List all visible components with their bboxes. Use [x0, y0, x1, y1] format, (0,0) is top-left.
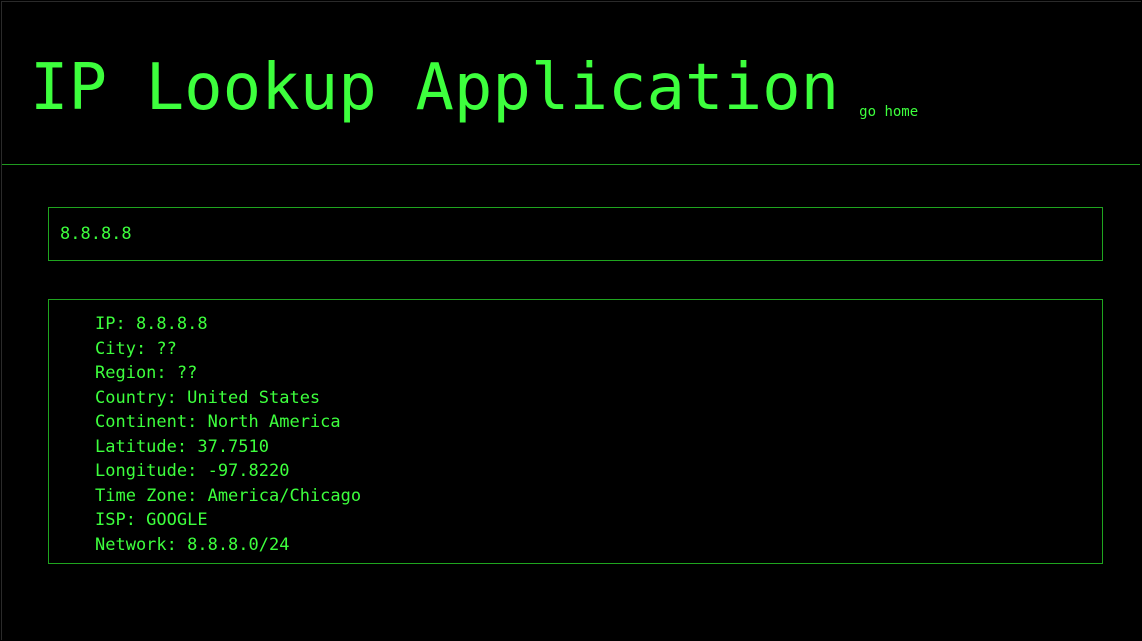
- result-continent: Continent: North America: [95, 412, 341, 432]
- lookup-result-panel: IP: 8.8.8.8 City: ?? Region: ?? Country:…: [48, 299, 1103, 564]
- go-home-link[interactable]: go home: [859, 104, 918, 120]
- header-divider: [2, 164, 1140, 165]
- result-list: IP: 8.8.8.8 City: ?? Region: ?? Country:…: [95, 312, 361, 557]
- result-latitude: Latitude: 37.7510: [95, 436, 269, 457]
- result-network: Network: 8.8.8.0/24: [95, 534, 290, 555]
- result-isp: ISP: GOOGLE: [95, 510, 208, 530]
- result-region: Region: ??: [95, 363, 198, 383]
- result-city: City: ??: [95, 338, 177, 359]
- result-longitude: Longitude: -97.8220: [95, 461, 290, 481]
- ip-search-input[interactable]: [48, 207, 1103, 261]
- page-header: IP Lookup Application go home: [30, 50, 918, 126]
- result-time-zone: Time Zone: America/Chicago: [95, 485, 362, 506]
- result-country: Country: United States: [95, 387, 321, 408]
- page-title: IP Lookup Application: [30, 51, 840, 125]
- result-ip: IP: 8.8.8.8: [95, 314, 208, 334]
